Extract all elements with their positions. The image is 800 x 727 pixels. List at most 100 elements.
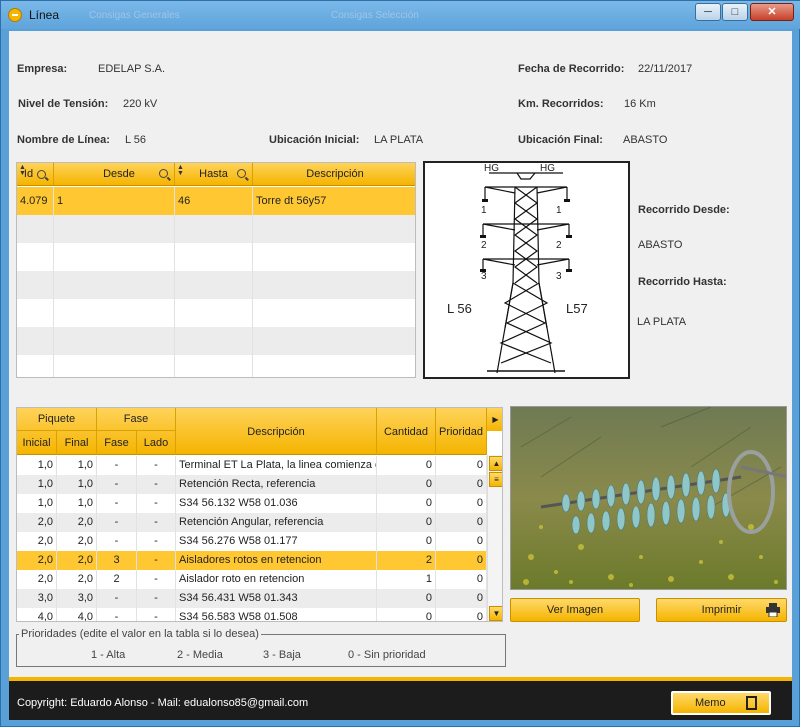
table-cell[interactable] bbox=[253, 327, 415, 355]
table-row[interactable] bbox=[17, 299, 415, 327]
table-row[interactable] bbox=[17, 243, 415, 271]
col-hasta[interactable]: ▲ ▼ Hasta bbox=[175, 163, 253, 185]
table-cell[interactable]: 0 bbox=[436, 589, 487, 608]
title-bar[interactable]: Línea Consigas Generales Consigas Selecc… bbox=[1, 1, 800, 29]
table-cell[interactable]: 0 bbox=[436, 532, 487, 551]
table-cell[interactable]: 0 bbox=[436, 494, 487, 513]
table-row[interactable] bbox=[17, 327, 415, 355]
table-cell[interactable] bbox=[17, 327, 54, 355]
table-cell[interactable]: 2 bbox=[97, 570, 137, 589]
tramos-grid[interactable]: ▲ ▼ Id Desde ▲ ▼ Hasta Descripción 4.079 1 46 T… bbox=[16, 162, 416, 378]
table-cell[interactable]: - bbox=[97, 608, 137, 621]
col-descripcion[interactable]: Descripción bbox=[253, 163, 415, 185]
table-cell[interactable]: - bbox=[97, 532, 137, 551]
table-cell[interactable]: 0 bbox=[436, 456, 487, 475]
insulator-photo[interactable] bbox=[510, 406, 787, 590]
table-cell[interactable]: Aisladores rotos en retencion bbox=[176, 551, 377, 570]
table-cell[interactable]: 4.079 bbox=[17, 187, 54, 215]
table-cell[interactable]: - bbox=[97, 513, 137, 532]
table-cell[interactable]: 2,0 bbox=[57, 532, 97, 551]
novedades-scrollbar[interactable]: ▲ ≡ ▼ bbox=[487, 455, 502, 621]
table-cell[interactable]: 3,0 bbox=[17, 589, 57, 608]
table-cell[interactable] bbox=[17, 299, 54, 327]
novedades-grid[interactable]: Piquete Fase Inicial Final Fase Lado Des… bbox=[16, 407, 503, 622]
table-cell[interactable]: 1 bbox=[377, 570, 436, 589]
table-cell[interactable]: - bbox=[137, 608, 176, 621]
table-row[interactable]: 2,0 2,0 2- Aislador roto en retencion 1 0 bbox=[17, 570, 487, 589]
ver-imagen-button[interactable]: Ver Imagen bbox=[510, 598, 640, 622]
table-cell[interactable] bbox=[54, 271, 175, 299]
imprimir-button[interactable]: Imprimir bbox=[656, 598, 787, 622]
scroll-right-arrow[interactable]: ▶ bbox=[487, 408, 502, 431]
table-cell[interactable]: 0 bbox=[436, 475, 487, 494]
table-row[interactable] bbox=[17, 215, 415, 243]
table-row[interactable] bbox=[17, 355, 415, 377]
table-cell[interactable]: 0 bbox=[436, 570, 487, 589]
table-cell[interactable]: 0 bbox=[436, 551, 487, 570]
table-row[interactable] bbox=[17, 271, 415, 299]
col-fase[interactable]: Fase bbox=[97, 431, 137, 455]
table-row[interactable]: 2,0 2,0- - S34 56.276 W58 01.177 0 0 bbox=[17, 532, 487, 551]
table-cell[interactable]: 3,0 bbox=[57, 589, 97, 608]
table-cell[interactable]: 1,0 bbox=[17, 494, 57, 513]
table-cell[interactable] bbox=[17, 271, 54, 299]
table-cell[interactable]: 1,0 bbox=[57, 475, 97, 494]
table-cell[interactable]: 0 bbox=[377, 608, 436, 621]
table-cell[interactable]: S34 56.276 W58 01.177 bbox=[176, 532, 377, 551]
table-cell[interactable] bbox=[54, 355, 175, 377]
table-row[interactable]: 4.079 1 46 Torre dt 56y57 bbox=[17, 187, 415, 215]
table-cell[interactable] bbox=[54, 299, 175, 327]
minimize-button[interactable]: ─ bbox=[695, 3, 721, 21]
table-row[interactable]: 3,0 3,0- - S34 56.431 W58 01.343 0 0 bbox=[17, 589, 487, 608]
table-cell[interactable]: 2,0 bbox=[17, 513, 57, 532]
table-cell[interactable] bbox=[54, 243, 175, 271]
table-cell[interactable]: 2,0 bbox=[57, 513, 97, 532]
col-final[interactable]: Final bbox=[57, 431, 97, 455]
table-cell[interactable]: Retención Recta, referencia bbox=[176, 475, 377, 494]
table-row[interactable]: 4,0 4,0- - S34 56.583 W58 01.508 0 0 bbox=[17, 608, 487, 621]
table-cell[interactable]: 1,0 bbox=[57, 456, 97, 475]
table-cell[interactable]: 4,0 bbox=[17, 608, 57, 621]
table-cell[interactable]: 2,0 bbox=[17, 570, 57, 589]
table-cell[interactable]: - bbox=[137, 475, 176, 494]
table-cell[interactable]: S34 56.583 W58 01.508 bbox=[176, 608, 377, 621]
table-cell[interactable]: 2,0 bbox=[17, 551, 57, 570]
col-lado[interactable]: Lado bbox=[137, 431, 176, 455]
table-cell[interactable]: Terminal ET La Plata, la linea comienza … bbox=[176, 456, 377, 475]
table-cell[interactable]: 1,0 bbox=[57, 494, 97, 513]
table-cell[interactable]: - bbox=[137, 494, 176, 513]
col-descripcion[interactable]: Descripción bbox=[176, 408, 377, 455]
table-cell[interactable] bbox=[54, 327, 175, 355]
table-cell[interactable] bbox=[253, 271, 415, 299]
table-cell[interactable]: 0 bbox=[377, 475, 436, 494]
table-cell[interactable]: - bbox=[137, 551, 176, 570]
table-row[interactable]: 1,0 1,0- - Retención Recta, referencia 0 0 bbox=[17, 475, 487, 494]
table-cell[interactable]: - bbox=[97, 494, 137, 513]
table-cell[interactable]: 46 bbox=[175, 187, 253, 215]
table-cell[interactable]: 3 bbox=[97, 551, 137, 570]
table-cell[interactable]: 2 bbox=[377, 551, 436, 570]
table-cell[interactable] bbox=[175, 215, 253, 243]
table-row[interactable]: 2,0 2,0- - Retención Angular, referencia 0 0 bbox=[17, 513, 487, 532]
close-button[interactable]: ✕ bbox=[750, 3, 794, 21]
table-cell[interactable]: - bbox=[137, 589, 176, 608]
table-cell[interactable] bbox=[253, 243, 415, 271]
table-cell[interactable] bbox=[17, 243, 54, 271]
table-row[interactable]: 1,0 1,0- - Terminal ET La Plata, la linea c… bbox=[17, 456, 487, 475]
table-cell[interactable]: 0 bbox=[377, 494, 436, 513]
table-cell[interactable]: - bbox=[137, 532, 176, 551]
table-cell[interactable] bbox=[17, 355, 54, 377]
col-prioridad[interactable]: Prioridad bbox=[436, 408, 487, 455]
table-cell[interactable]: - bbox=[137, 456, 176, 475]
table-cell[interactable]: 0 bbox=[377, 589, 436, 608]
col-cantidad[interactable]: Cantidad bbox=[377, 408, 436, 455]
table-cell[interactable]: 0 bbox=[377, 513, 436, 532]
table-cell[interactable]: - bbox=[97, 475, 137, 494]
table-cell[interactable] bbox=[175, 271, 253, 299]
table-row[interactable]: 1,0 1,0- - S34 56.132 W58 01.036 0 0 bbox=[17, 494, 487, 513]
col-inicial[interactable]: Inicial bbox=[17, 431, 57, 455]
table-cell[interactable]: - bbox=[97, 456, 137, 475]
table-cell[interactable]: 0 bbox=[436, 513, 487, 532]
table-cell[interactable]: S34 56.431 W58 01.343 bbox=[176, 589, 377, 608]
table-cell[interactable]: 4,0 bbox=[57, 608, 97, 621]
